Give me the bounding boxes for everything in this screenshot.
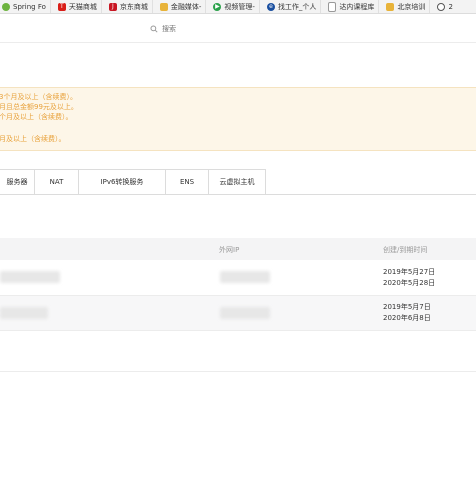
- redacted-ip: [220, 271, 270, 283]
- table-row[interactable]: 2019年5月7日 2020年6月8日: [0, 296, 476, 331]
- bookmark-beijing-training[interactable]: 北京培训: [382, 0, 431, 13]
- bookmark-more[interactable]: 2: [433, 0, 456, 13]
- column-header-created-expire: 创建/到期时间: [383, 246, 428, 254]
- redacted-instance: [0, 307, 48, 319]
- bookmark-jd[interactable]: J 京东商城: [105, 0, 153, 13]
- bookmark-label: 找工作_个人: [277, 2, 317, 11]
- video-icon: ▶: [213, 2, 222, 11]
- bookmark-label: 北京培训: [397, 2, 426, 11]
- notice-line: 月且总金额99元及以上。: [0, 103, 78, 111]
- search-bar: [150, 21, 282, 37]
- notice-line: 3个月及以上（含续费）。: [0, 93, 77, 101]
- product-tabs: 服务器 NAT IPv6转换服务 ENS 云虚拟主机: [0, 169, 266, 195]
- bookmark-label: Spring Fo: [13, 2, 46, 11]
- folder-icon: [386, 2, 395, 11]
- tab-virtual-host[interactable]: 云虚拟主机: [209, 169, 266, 195]
- created-date: 2019年5月7日: [383, 303, 431, 311]
- tab-nat[interactable]: NAT: [35, 169, 79, 195]
- bookmark-label: 京东商城: [119, 2, 148, 11]
- bookmark-spring[interactable]: Spring Fo: [0, 0, 51, 13]
- notice-line: 月及以上（含续费）。: [0, 135, 66, 143]
- table-header: 外网IP 创建/到期时间: [0, 238, 476, 260]
- bookmark-video-manage[interactable]: ▶ 视频管理-: [209, 0, 260, 13]
- search-icon: [150, 25, 158, 33]
- tab-ens[interactable]: ENS: [166, 169, 209, 195]
- tab-label: ENS: [179, 178, 195, 186]
- redacted-instance: [0, 271, 60, 283]
- spring-icon: [2, 2, 10, 11]
- jd-icon: J: [108, 2, 117, 11]
- job-icon: e: [266, 2, 275, 11]
- folder-icon: [159, 2, 168, 11]
- tab-label: 服务器: [6, 178, 28, 186]
- bookmark-label: 金融媒体-: [170, 2, 202, 11]
- notice-line: 个月及以上（含续费）。: [0, 113, 73, 121]
- bookmark-finance-media[interactable]: 金融媒体-: [156, 0, 207, 13]
- redacted-ip: [220, 307, 270, 319]
- clock-icon: [437, 2, 446, 11]
- tab-label: 云虚拟主机: [219, 178, 255, 186]
- table-bottom-divider: [0, 371, 476, 372]
- tab-label: IPv6转换服务: [100, 178, 144, 186]
- bookmark-tmall[interactable]: T 天猫商城: [54, 0, 102, 13]
- bookmark-label: 天猫商城: [68, 2, 97, 11]
- bookmark-find-job[interactable]: e 找工作_个人: [263, 0, 322, 13]
- table-row[interactable]: 2019年5月27日 2020年5月28日: [0, 261, 476, 296]
- notice-banner: 3个月及以上（含续费）。 月且总金额99元及以上。 个月及以上（含续费）。 月及…: [0, 87, 476, 151]
- search-input[interactable]: [162, 25, 282, 33]
- bookmark-label: 达内课程库: [339, 2, 375, 11]
- tab-label: NAT: [49, 178, 64, 186]
- header-divider: [0, 42, 476, 43]
- expire-date: 2020年6月8日: [383, 314, 431, 322]
- bookmarks-bar: Spring Fo T 天猫商城 J 京东商城 金融媒体- ▶ 视频管理- e …: [0, 0, 476, 14]
- tmall-icon: T: [57, 2, 66, 11]
- tab-ipv6[interactable]: IPv6转换服务: [79, 169, 166, 195]
- tab-server[interactable]: 服务器: [0, 169, 35, 195]
- tabs-divider: [0, 194, 476, 195]
- bookmark-label: 2: [448, 2, 453, 11]
- column-header-public-ip: 外网IP: [219, 246, 240, 254]
- created-date: 2019年5月27日: [383, 268, 436, 276]
- bookmark-tedu-course[interactable]: 达内课程库: [324, 0, 380, 13]
- page-icon: [328, 1, 337, 12]
- bookmark-label: 视频管理-: [224, 2, 255, 11]
- expire-date: 2020年5月28日: [383, 279, 436, 287]
